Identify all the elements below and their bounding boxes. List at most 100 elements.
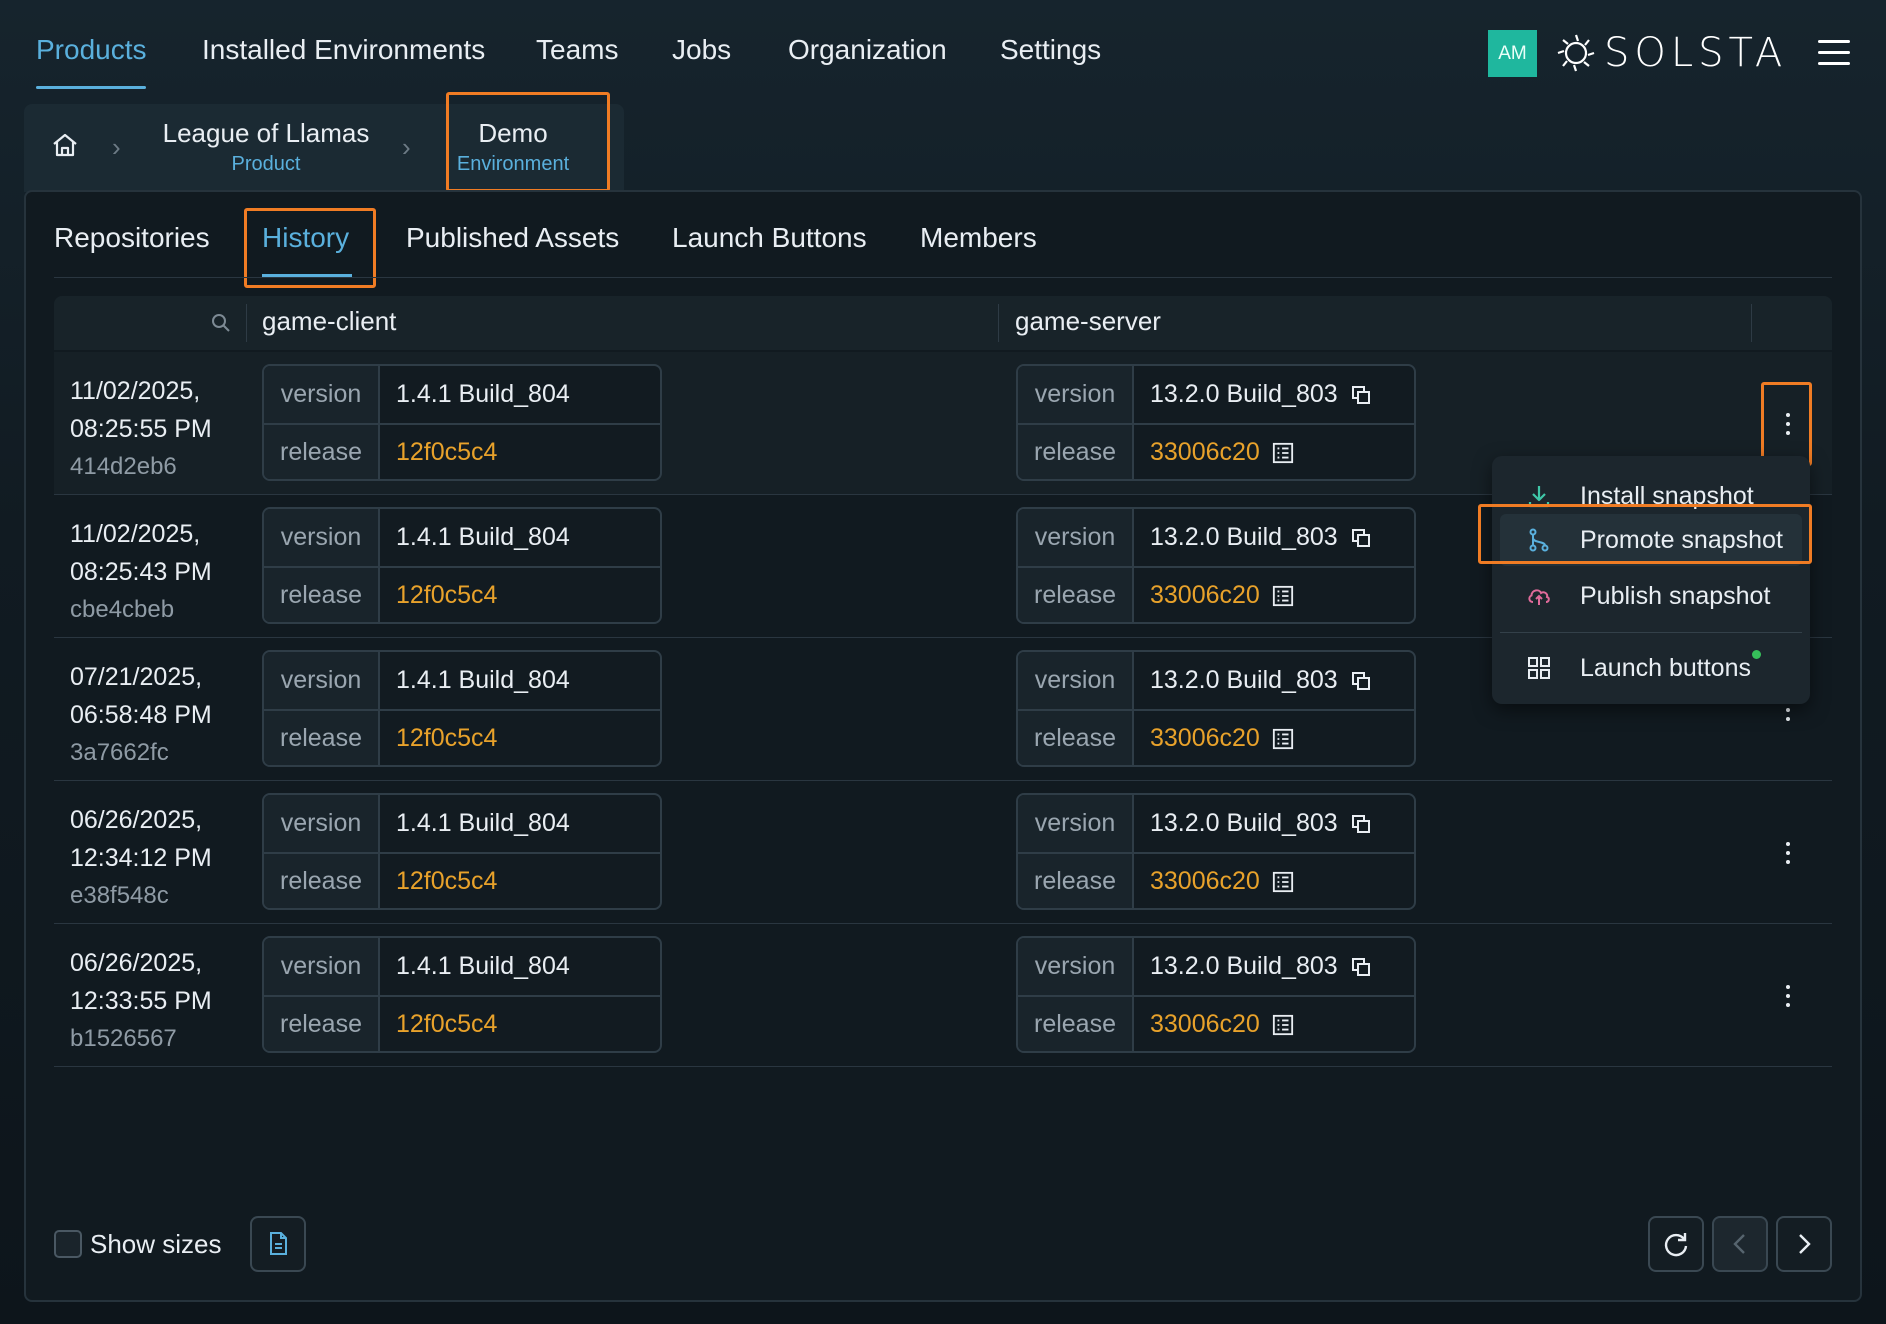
grid-icon [1528,657,1550,679]
server-version: 13.2.0 Build_803 [1134,666,1372,695]
copy-icon[interactable] [1350,527,1372,549]
server-release-link[interactable]: 33006c20 [1150,867,1260,896]
version-label: version [264,795,380,852]
export-button[interactable] [250,1216,306,1272]
client-version-value: 1.4.1 Build_804 [396,380,570,408]
release-label: release [264,568,380,622]
snapshot-timestamp: 07/21/2025, 06:58:48 PM 3a7662fc [70,658,212,772]
menu-launch-label: Launch buttons [1580,653,1751,682]
hamburger-menu-icon[interactable] [1818,40,1850,68]
release-label: release [264,425,380,479]
logo-text: SOLSTA [1604,30,1788,76]
client-version-value: 1.4.1 Build_804 [396,666,570,694]
tab-repositories[interactable]: Repositories [54,222,210,254]
chevron-right-icon: › [112,132,121,162]
nav-organization[interactable]: Organization [788,34,947,66]
solsta-logo[interactable]: SOLSTA [1554,28,1787,78]
nav-settings[interactable]: Settings [1000,34,1101,66]
server-release: 33006c20 [1134,724,1294,753]
copy-icon[interactable] [1350,956,1372,978]
client-version-box: version 1.4.1 Build_804 release 12f0c5c4 [262,364,662,481]
server-version-value: 13.2.0 Build_803 [1150,380,1338,408]
home-icon[interactable] [50,130,80,160]
next-page-button[interactable] [1776,1216,1832,1272]
highlight-box [446,92,610,192]
server-release-link[interactable]: 33006c20 [1150,1010,1260,1039]
column-header-game-server: game-server [1015,306,1161,336]
nav-teams[interactable]: Teams [536,34,618,66]
version-label: version [264,938,380,995]
column-header-game-client: game-client [262,306,397,336]
server-release-link[interactable]: 33006c20 [1150,581,1260,610]
column-divider [1751,304,1752,342]
client-release-link[interactable]: 12f0c5c4 [380,724,497,753]
snapshot-timestamp: 06/26/2025, 12:33:55 PM b1526567 [70,944,212,1058]
show-sizes-checkbox[interactable] [54,1230,82,1258]
snapshot-date: 07/21/2025, [70,663,203,691]
copy-icon[interactable] [1350,813,1372,835]
server-version-box: version 13.2.0 Build_803 release 33006c20 [1016,364,1416,481]
nav-products[interactable]: Products [36,34,147,66]
highlight-box [1761,382,1812,466]
server-version: 13.2.0 Build_803 [1134,523,1372,552]
server-version-value: 13.2.0 Build_803 [1150,666,1338,694]
tab-members[interactable]: Members [920,222,1037,254]
server-release-link[interactable]: 33006c20 [1150,724,1260,753]
client-version-box: version 1.4.1 Build_804 release 12f0c5c4 [262,650,662,767]
list-icon[interactable] [1272,442,1294,464]
snapshot-date: 11/02/2025, [70,520,201,548]
row-actions-kebab-icon[interactable] [1778,976,1798,1016]
nav-installed-environments[interactable]: Installed Environments [202,34,485,66]
top-nav: Products Installed Environments Teams Jo… [0,0,1886,102]
list-icon[interactable] [1272,1014,1294,1036]
cloud-upload-icon [1528,589,1550,605]
snapshot-time: 12:33:55 PM [70,987,212,1015]
table-row[interactable]: 06/26/2025, 12:33:55 PM b1526567 version 1.4… [54,924,1832,1067]
snapshot-timestamp: 06/26/2025, 12:34:12 PM e38f548c [70,801,212,915]
nav-jobs[interactable]: Jobs [672,34,731,66]
server-release: 33006c20 [1134,581,1294,610]
release-label: release [1018,997,1134,1051]
chevron-left-icon [1733,1234,1745,1254]
snapshot-hash: 414d2eb6 [70,453,177,480]
version-label: version [1018,509,1134,566]
snapshot-time: 08:25:43 PM [70,558,212,586]
list-icon[interactable] [1272,871,1294,893]
client-version-box: version 1.4.1 Build_804 release 12f0c5c4 [262,507,662,624]
user-avatar[interactable]: AM [1488,30,1537,77]
server-release: 33006c20 [1134,1010,1294,1039]
list-icon[interactable] [1272,728,1294,750]
snapshot-hash: e38f548c [70,882,169,909]
client-release-link[interactable]: 12f0c5c4 [380,867,497,896]
server-version-value: 13.2.0 Build_803 [1150,523,1338,551]
client-release-link[interactable]: 12f0c5c4 [380,581,497,610]
server-version-value: 13.2.0 Build_803 [1150,952,1338,980]
tab-published-assets[interactable]: Published Assets [406,222,619,254]
release-label: release [264,711,380,765]
client-version-value: 1.4.1 Build_804 [396,809,570,837]
snapshot-time: 08:25:55 PM [70,415,212,443]
client-release-link[interactable]: 12f0c5c4 [380,1010,497,1039]
refresh-button[interactable] [1648,1216,1704,1272]
table-row[interactable]: 06/26/2025, 12:34:12 PM e38f548c version 1.4… [54,781,1832,924]
list-icon[interactable] [1272,585,1294,607]
search-icon[interactable] [210,312,232,334]
breadcrumb-product[interactable]: League of Llamas Product [160,118,372,176]
previous-page-button[interactable] [1712,1216,1768,1272]
snapshot-hash: cbe4cbeb [70,596,175,623]
client-release-link[interactable]: 12f0c5c4 [380,438,497,467]
version-label: version [1018,795,1134,852]
row-actions-kebab-icon[interactable] [1778,833,1798,873]
copy-icon[interactable] [1350,384,1372,406]
server-release-link[interactable]: 33006c20 [1150,438,1260,467]
snapshot-time: 06:58:48 PM [70,701,212,729]
menu-publish-snapshot[interactable]: Publish snapshot [1500,570,1802,622]
show-sizes-label[interactable]: Show sizes [90,1229,222,1260]
copy-icon[interactable] [1350,670,1372,692]
chevron-right-icon: › [402,132,411,162]
version-label: version [1018,938,1134,995]
tab-launch-buttons[interactable]: Launch Buttons [672,222,867,254]
column-divider [246,304,247,342]
refresh-icon [1664,1233,1688,1257]
server-release: 33006c20 [1134,867,1294,896]
